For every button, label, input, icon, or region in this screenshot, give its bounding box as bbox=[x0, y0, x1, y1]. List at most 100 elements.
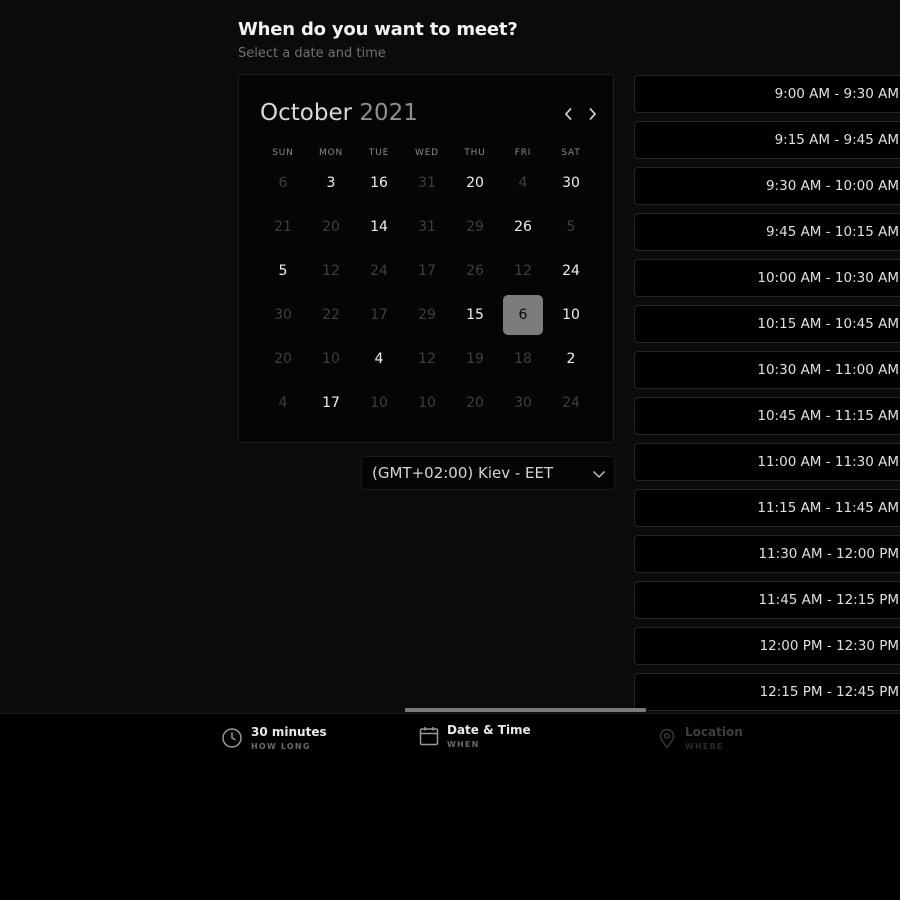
calendar-day: 12 bbox=[514, 263, 532, 279]
calendar-day[interactable]: 26 bbox=[503, 207, 543, 247]
calendar-day: 24 bbox=[370, 263, 388, 279]
calendar-day: 4 bbox=[278, 395, 288, 411]
calendar-day: 17 bbox=[418, 263, 436, 279]
time-slot-label: 10:15 AM - 10:45 AM bbox=[757, 316, 899, 332]
calendar-day[interactable]: 17 bbox=[311, 383, 351, 423]
calendar-day-selected[interactable]: 6 bbox=[503, 295, 543, 335]
time-slot-label: 12:15 PM - 12:45 PM bbox=[759, 684, 899, 700]
chevron-left-icon bbox=[564, 107, 572, 121]
weekday-label: THU bbox=[464, 148, 486, 158]
time-slot-label: 9:00 AM - 9:30 AM bbox=[774, 86, 899, 102]
page-subtitle: Select a date and time bbox=[238, 46, 386, 61]
time-slot-button[interactable]: 9:15 AM - 9:45 AM bbox=[634, 121, 900, 159]
timezone-label: (GMT+02:00) Kiev - EET bbox=[372, 464, 554, 482]
time-slot-button[interactable]: 12:00 PM - 12:30 PM bbox=[634, 627, 900, 665]
time-slot-button[interactable]: 10:30 AM - 11:00 AM bbox=[634, 351, 900, 389]
time-slot-label: 11:30 AM - 12:00 PM bbox=[758, 546, 899, 562]
calendar-day: 10 bbox=[370, 395, 388, 411]
calendar-year: 2021 bbox=[359, 100, 418, 126]
weekday-label: FRI bbox=[514, 148, 532, 158]
weekday-label: MON bbox=[319, 148, 343, 158]
calendar-day: 6 bbox=[278, 175, 288, 191]
calendar-day: 22 bbox=[322, 307, 340, 323]
time-slot-button[interactable]: 10:00 AM - 10:30 AM bbox=[634, 259, 900, 297]
chevron-right-icon bbox=[589, 107, 597, 121]
clock-icon bbox=[222, 728, 242, 748]
step-progress-bar bbox=[405, 708, 646, 712]
time-slot-label: 11:15 AM - 11:45 AM bbox=[757, 500, 899, 516]
time-slot-button[interactable]: 11:30 AM - 12:00 PM bbox=[634, 535, 900, 573]
calendar-day: 31 bbox=[418, 175, 436, 191]
time-slot-label: 10:00 AM - 10:30 AM bbox=[757, 270, 899, 286]
next-month-button[interactable] bbox=[582, 103, 602, 125]
calendar-day[interactable]: 5 bbox=[263, 251, 303, 291]
time-slot-label: 12:00 PM - 12:30 PM bbox=[759, 638, 899, 654]
calendar-month: October bbox=[260, 100, 353, 126]
calendar-day: 29 bbox=[466, 219, 484, 235]
time-slot-button[interactable]: 11:45 AM - 12:15 PM bbox=[634, 581, 900, 619]
time-slot-button[interactable]: 9:45 AM - 10:15 AM bbox=[634, 213, 900, 251]
calendar-day[interactable]: 10 bbox=[551, 295, 591, 335]
calendar-day: 20 bbox=[322, 219, 340, 235]
time-slot-label: 10:45 AM - 11:15 AM bbox=[757, 408, 899, 424]
calendar-day: 24 bbox=[562, 395, 580, 411]
step-date-time-title: Date & Time bbox=[447, 723, 531, 737]
time-slot-button[interactable]: 11:00 AM - 11:30 AM bbox=[634, 443, 900, 481]
calendar-day: 19 bbox=[466, 351, 484, 367]
calendar-day: 18 bbox=[514, 351, 532, 367]
calendar-day: 20 bbox=[466, 395, 484, 411]
calendar-day: 12 bbox=[418, 351, 436, 367]
calendar-day: 4 bbox=[518, 175, 528, 191]
calendar-day[interactable]: 16 bbox=[359, 163, 399, 203]
time-slot-button[interactable]: 11:15 AM - 11:45 AM bbox=[634, 489, 900, 527]
calendar-icon bbox=[419, 727, 439, 746]
calendar-day: 10 bbox=[322, 351, 340, 367]
time-slot-label: 10:30 AM - 11:00 AM bbox=[757, 362, 899, 378]
calendar-day[interactable]: 30 bbox=[551, 163, 591, 203]
calendar-day[interactable]: 3 bbox=[311, 163, 351, 203]
step-duration-sub: HOW LONG bbox=[251, 742, 311, 751]
time-slot-label: 9:45 AM - 10:15 AM bbox=[765, 224, 899, 240]
time-slot-button[interactable]: 9:30 AM - 10:00 AM bbox=[634, 167, 900, 205]
calendar-day[interactable]: 15 bbox=[455, 295, 495, 335]
calendar-day[interactable]: 2 bbox=[551, 339, 591, 379]
location-pin-icon bbox=[659, 728, 675, 749]
page-title: When do you want to meet? bbox=[238, 19, 518, 40]
time-slot-label: 11:00 AM - 11:30 AM bbox=[757, 454, 899, 470]
calendar-day[interactable]: 14 bbox=[359, 207, 399, 247]
scheduler-panel: When do you want to meet? Select a date … bbox=[0, 0, 900, 713]
step-duration-title: 30 minutes bbox=[251, 725, 327, 739]
calendar: October 2021 SUN MON TUE WED THU FRI SAT 6 3 16 3… bbox=[238, 74, 614, 443]
calendar-day: 30 bbox=[274, 307, 292, 323]
time-slot-button[interactable]: 10:15 AM - 10:45 AM bbox=[634, 305, 900, 343]
weekday-label: SUN bbox=[272, 148, 294, 158]
step-location-sub: WHERE bbox=[685, 742, 724, 751]
calendar-day: 17 bbox=[370, 307, 388, 323]
calendar-day: 29 bbox=[418, 307, 436, 323]
time-slot-label: 11:45 AM - 12:15 PM bbox=[758, 592, 899, 608]
step-date-time-sub: WHEN bbox=[447, 740, 480, 749]
time-slot-button[interactable]: 9:00 AM - 9:30 AM bbox=[634, 75, 900, 113]
calendar-day: 12 bbox=[322, 263, 340, 279]
calendar-month-title: October 2021 bbox=[260, 100, 418, 126]
time-slot-label: 9:30 AM - 10:00 AM bbox=[765, 178, 899, 194]
calendar-day: 21 bbox=[274, 219, 292, 235]
footer-divider bbox=[0, 713, 900, 714]
calendar-day[interactable]: 24 bbox=[551, 251, 591, 291]
calendar-day: 26 bbox=[466, 263, 484, 279]
time-slot-label: 9:15 AM - 9:45 AM bbox=[774, 132, 899, 148]
weekday-label: TUE bbox=[368, 148, 390, 158]
weekday-label: SAT bbox=[561, 148, 581, 158]
calendar-day: 31 bbox=[418, 219, 436, 235]
time-slot-button[interactable]: 12:15 PM - 12:45 PM bbox=[634, 673, 900, 711]
timezone-select[interactable]: (GMT+02:00) Kiev - EET bbox=[361, 456, 615, 490]
calendar-day: 20 bbox=[274, 351, 292, 367]
calendar-day[interactable]: 20 bbox=[455, 163, 495, 203]
calendar-day[interactable]: 4 bbox=[359, 339, 399, 379]
chevron-down-icon bbox=[592, 470, 606, 479]
step-location-title: Location bbox=[685, 725, 743, 739]
calendar-day: 10 bbox=[418, 395, 436, 411]
weekday-label: WED bbox=[415, 148, 439, 158]
previous-month-button[interactable] bbox=[559, 103, 579, 125]
time-slot-button[interactable]: 10:45 AM - 11:15 AM bbox=[634, 397, 900, 435]
